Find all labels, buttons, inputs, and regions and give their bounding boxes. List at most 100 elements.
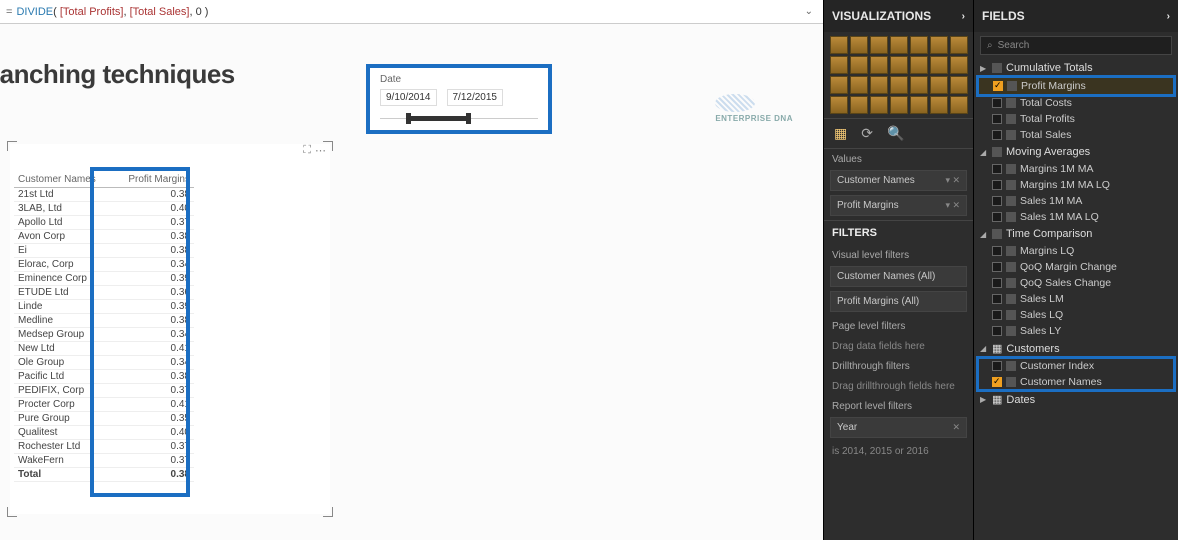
viz-gallery: [824, 32, 973, 118]
group-dates[interactable]: ▶▦Dates: [978, 390, 1174, 409]
more-options-icon[interactable]: ⋯: [315, 144, 326, 157]
col-margins[interactable]: Profit Margins: [113, 172, 194, 188]
viz-type-icon[interactable]: [930, 96, 948, 114]
viz-type-icon[interactable]: [890, 96, 908, 114]
visualizations-panel: VISUALIZATIONS› ▦ ⟳ 🔍 Values Customer Na…: [823, 0, 973, 540]
viz-type-icon[interactable]: [930, 36, 948, 54]
viz-type-icon[interactable]: [830, 36, 848, 54]
table-row[interactable]: Elorac, Corp0.34: [14, 258, 194, 272]
field-total-sales[interactable]: Total Sales: [978, 127, 1174, 143]
formula-func: DIVIDE: [16, 6, 53, 18]
viz-type-icon[interactable]: [890, 36, 908, 54]
viz-type-icon[interactable]: [910, 56, 928, 74]
viz-type-icon[interactable]: [950, 56, 968, 74]
viz-type-icon[interactable]: [870, 56, 888, 74]
table-row[interactable]: Medline0.38: [14, 314, 194, 328]
field-item[interactable]: QoQ Margin Change: [978, 259, 1174, 275]
viz-type-icon[interactable]: [950, 96, 968, 114]
table-row[interactable]: Eminence Corp0.39: [14, 272, 194, 286]
viz-type-icon[interactable]: [950, 36, 968, 54]
viz-type-icon[interactable]: [830, 56, 848, 74]
field-item[interactable]: Margins LQ: [978, 243, 1174, 259]
field-item[interactable]: Sales LM: [978, 291, 1174, 307]
viz-type-icon[interactable]: [870, 36, 888, 54]
fields-panel: FIELDS› ⌕Search ▶Cumulative Totals Profi…: [973, 0, 1178, 540]
field-item[interactable]: QoQ Sales Change: [978, 275, 1174, 291]
field-item[interactable]: Margins 1M MA: [978, 161, 1174, 177]
field-item[interactable]: Sales 1M MA: [978, 193, 1174, 209]
col-customer[interactable]: Customer Names: [14, 172, 113, 188]
filter-customer-names[interactable]: Customer Names (All): [830, 266, 967, 287]
viz-header[interactable]: VISUALIZATIONS›: [824, 0, 973, 32]
search-icon: ⌕: [987, 40, 993, 51]
field-total-profits[interactable]: Total Profits: [978, 111, 1174, 127]
viz-type-icon[interactable]: [950, 76, 968, 94]
table-row[interactable]: PEDIFIX, Corp0.37: [14, 384, 194, 398]
table-row[interactable]: Linde0.39: [14, 300, 194, 314]
viz-type-icon[interactable]: [910, 76, 928, 94]
table-row[interactable]: Medsep Group0.34: [14, 328, 194, 342]
viz-type-icon[interactable]: [910, 96, 928, 114]
table-row[interactable]: Apollo Ltd0.37: [14, 216, 194, 230]
date-from[interactable]: 9/10/2014: [380, 89, 437, 106]
group-time-comparison[interactable]: ◢Time Comparison: [978, 225, 1174, 243]
table-row[interactable]: 21st Ltd0.38: [14, 188, 194, 202]
chevron-right-icon[interactable]: ›: [962, 11, 965, 22]
date-slider[interactable]: [380, 112, 538, 126]
table-row[interactable]: Pure Group0.35: [14, 412, 194, 426]
field-item[interactable]: Sales LY: [978, 323, 1174, 339]
fields-header[interactable]: FIELDS›: [974, 0, 1178, 32]
search-input[interactable]: ⌕Search: [980, 36, 1172, 55]
viz-type-icon[interactable]: [910, 36, 928, 54]
well-customer-names[interactable]: Customer Names▾ ✕: [830, 170, 967, 191]
viz-type-icon[interactable]: [890, 56, 908, 74]
table-row[interactable]: 3LAB, Ltd0.40: [14, 202, 194, 216]
filters-header: FILTERS: [824, 220, 973, 245]
field-item[interactable]: Sales 1M MA LQ: [978, 209, 1174, 225]
viz-type-icon[interactable]: [930, 56, 948, 74]
field-customer-names[interactable]: Customer Names: [978, 374, 1174, 390]
table-row[interactable]: New Ltd0.41: [14, 342, 194, 356]
viz-type-icon[interactable]: [830, 96, 848, 114]
field-item[interactable]: Margins 1M MA LQ: [978, 177, 1174, 193]
viz-type-icon[interactable]: [830, 76, 848, 94]
filter-year[interactable]: Year✕: [830, 417, 967, 438]
table-row[interactable]: Ei0.38: [14, 244, 194, 258]
viz-type-icon[interactable]: [850, 76, 868, 94]
table-row[interactable]: WakeFern0.37: [14, 454, 194, 468]
table-row[interactable]: Qualitest0.40: [14, 426, 194, 440]
date-slicer[interactable]: Date 9/10/2014 7/12/2015: [366, 64, 552, 134]
viz-type-icon[interactable]: [850, 96, 868, 114]
format-mode-icon[interactable]: ⟳: [861, 125, 873, 142]
group-moving-averages[interactable]: ◢Moving Averages: [978, 143, 1174, 161]
chevron-right-icon[interactable]: ›: [1167, 11, 1170, 22]
field-total-costs[interactable]: Total Costs: [978, 95, 1174, 111]
analytics-mode-icon[interactable]: 🔍: [887, 125, 904, 142]
field-item[interactable]: Sales LQ: [978, 307, 1174, 323]
field-profit-margins[interactable]: Profit Margins: [978, 77, 1174, 95]
viz-type-icon[interactable]: [870, 96, 888, 114]
viz-type-icon[interactable]: [890, 76, 908, 94]
table-row[interactable]: Ole Group0.34: [14, 356, 194, 370]
focus-mode-icon[interactable]: ⛶: [303, 144, 311, 157]
table-visual[interactable]: ⛶ ⋯ Customer Names Profit Margins 21st L…: [10, 144, 330, 514]
filter-profit-margins[interactable]: Profit Margins (All): [830, 291, 967, 312]
viz-type-icon[interactable]: [850, 36, 868, 54]
viz-type-icon[interactable]: [930, 76, 948, 94]
table-row[interactable]: Pacific Ltd0.38: [14, 370, 194, 384]
fields-mode-icon[interactable]: ▦: [834, 125, 847, 142]
formula-bar[interactable]: = DIVIDE( [Total Profits], [Total Sales]…: [0, 0, 823, 24]
table-row[interactable]: Procter Corp0.41: [14, 398, 194, 412]
table-row[interactable]: Avon Corp0.38: [14, 230, 194, 244]
report-canvas[interactable]: ranching techniques Date 9/10/2014 7/12/…: [0, 24, 823, 540]
viz-type-icon[interactable]: [850, 56, 868, 74]
field-customer-index[interactable]: Customer Index: [978, 358, 1174, 374]
date-to[interactable]: 7/12/2015: [447, 89, 504, 106]
table-row[interactable]: Rochester Ltd0.37: [14, 440, 194, 454]
viz-type-icon[interactable]: [870, 76, 888, 94]
group-cumulative-totals[interactable]: ▶Cumulative Totals: [978, 59, 1174, 77]
well-profit-margins[interactable]: Profit Margins▾ ✕: [830, 195, 967, 216]
formula-expand-icon[interactable]: ⌄: [801, 6, 817, 17]
table-row[interactable]: ETUDE Ltd0.36: [14, 286, 194, 300]
group-customers[interactable]: ◢▦Customers: [978, 339, 1174, 358]
